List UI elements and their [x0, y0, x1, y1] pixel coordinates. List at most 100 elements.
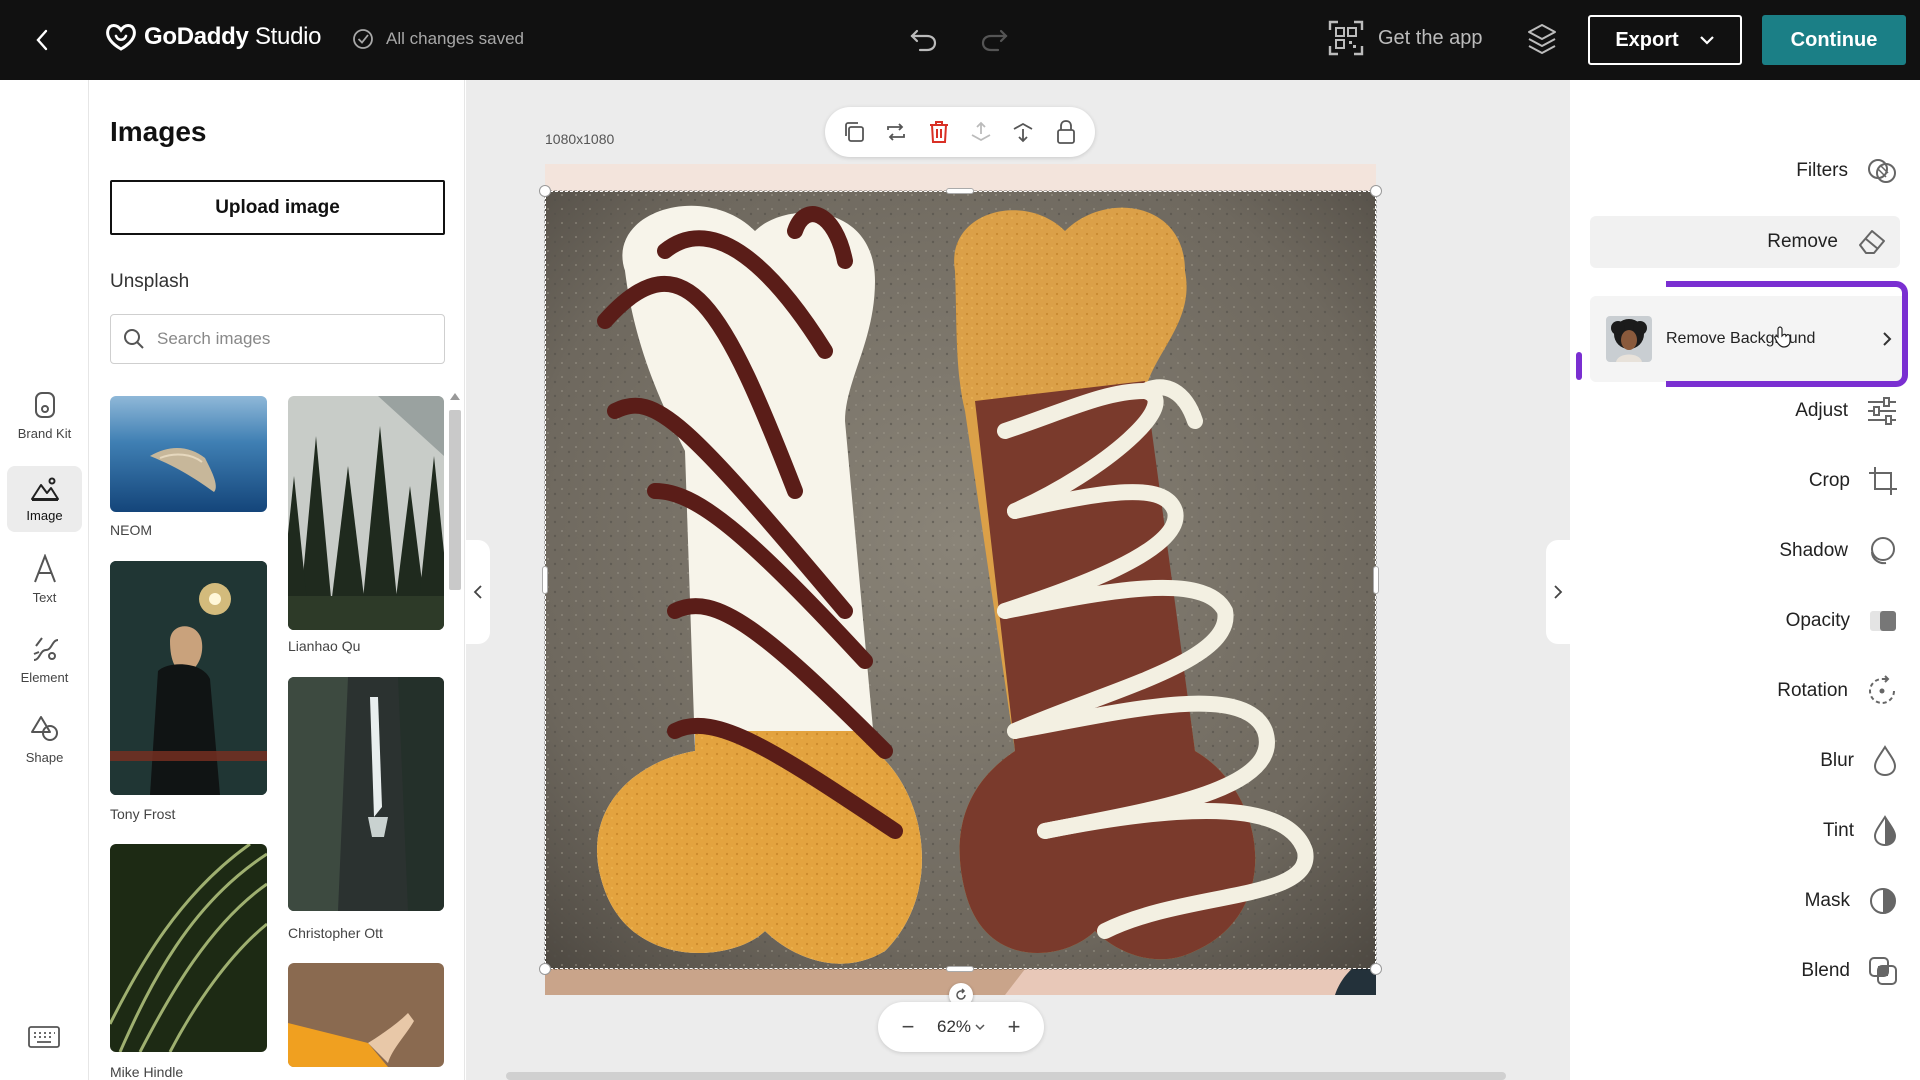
redo-button[interactable]: [978, 22, 1010, 54]
search-box: [110, 314, 445, 364]
zoom-out-button[interactable]: −: [898, 1014, 918, 1040]
unsplash-thumbnail[interactable]: [288, 963, 444, 1067]
send-backward-button[interactable]: [1008, 117, 1038, 147]
send-backward-icon: [1014, 122, 1033, 143]
chevron-left-icon: [36, 29, 48, 51]
export-label: Export: [1615, 28, 1679, 51]
resize-handle-left[interactable]: [542, 566, 548, 594]
get-app-button[interactable]: Get the app: [1328, 20, 1483, 56]
unsplash-thumbnail[interactable]: [288, 677, 444, 911]
waterfall-photo: [288, 677, 444, 911]
tool-label: Opacity: [1785, 610, 1850, 631]
image-tools-panel: Filters Remove Remove Background Adjust …: [1570, 80, 1920, 1080]
resize-handle-bottom-right[interactable]: [1370, 963, 1382, 975]
bring-forward-button[interactable]: [966, 117, 996, 147]
forest-photo: [288, 396, 444, 630]
back-button[interactable]: [22, 20, 62, 60]
resize-handle-bottom[interactable]: [946, 966, 974, 972]
tool-rotation[interactable]: Rotation: [1777, 666, 1898, 716]
hand-cursor-icon: [1774, 326, 1792, 348]
logo-bold-text: GoDaddy: [144, 23, 249, 50]
rail-item-text[interactable]: Text: [7, 546, 82, 612]
resize-handle-bottom-left[interactable]: [539, 963, 551, 975]
replace-button[interactable]: [881, 117, 911, 147]
search-input[interactable]: [157, 329, 427, 349]
thumbnail-caption: Lianhao Qu: [288, 638, 361, 654]
avatar: [1606, 316, 1652, 362]
crop-icon: [1869, 467, 1897, 495]
export-button[interactable]: Export: [1588, 15, 1742, 65]
element-context-toolbar: [825, 107, 1095, 157]
rail-label: Image: [26, 507, 63, 523]
lock-button[interactable]: [1051, 117, 1081, 147]
rail-item-shape[interactable]: Shape: [7, 706, 82, 772]
rail-label: Shape: [25, 749, 64, 765]
duplicate-button[interactable]: [839, 117, 869, 147]
chevron-down-icon: [975, 1023, 985, 1030]
leaf-photo: [110, 844, 267, 1052]
logo-text: GoDaddy Studio: [144, 23, 322, 51]
curly-hair-portrait-thumbnail: [1606, 316, 1652, 362]
remove-background-button[interactable]: Remove Background: [1590, 296, 1908, 382]
tool-label: Shadow: [1779, 540, 1848, 561]
unsplash-thumbnail[interactable]: [110, 561, 267, 795]
godaddy-studio-logo[interactable]: GoDaddy Studio: [104, 22, 322, 52]
unsplash-heading: Unsplash: [110, 271, 190, 292]
element-icon: [33, 636, 58, 661]
replace-icon: [887, 123, 906, 141]
undo-button[interactable]: [908, 22, 940, 54]
chevron-right-icon: [1883, 332, 1892, 346]
resize-handle-top-left[interactable]: [539, 185, 551, 197]
tool-crop[interactable]: Crop: [1809, 456, 1898, 506]
tool-shadow[interactable]: Shadow: [1779, 526, 1898, 576]
tool-filters[interactable]: Filters: [1796, 146, 1898, 196]
chevron-down-icon: [1699, 36, 1714, 45]
godaddy-logo-icon: [106, 24, 136, 51]
keyboard-shortcuts-button[interactable]: [28, 1026, 60, 1048]
rail-item-element[interactable]: Element: [7, 626, 82, 692]
resize-handle-right[interactable]: [1373, 566, 1379, 594]
tool-opacity[interactable]: Opacity: [1786, 596, 1898, 646]
panel-scrollbar-thumb[interactable]: [449, 410, 461, 590]
scroll-up-arrow-icon[interactable]: [450, 393, 460, 400]
mask-icon: [1870, 888, 1896, 914]
layers-button[interactable]: [1526, 22, 1558, 56]
eraser-icon: [1859, 230, 1885, 254]
get-app-label: Get the app: [1378, 26, 1483, 49]
zoom-level-dropdown[interactable]: 62%: [937, 1017, 985, 1037]
resize-handle-top[interactable]: [946, 188, 974, 194]
selected-image-element[interactable]: [545, 191, 1376, 969]
tool-mask[interactable]: Mask: [1805, 876, 1898, 926]
tool-adjust[interactable]: Adjust: [1795, 386, 1898, 436]
continue-button[interactable]: Continue: [1762, 15, 1906, 65]
delete-button[interactable]: [924, 117, 954, 147]
tool-blur[interactable]: Blur: [1820, 736, 1898, 786]
collapse-left-panel-button[interactable]: [466, 540, 490, 644]
tool-blend[interactable]: Blend: [1801, 946, 1898, 996]
thumbnail-caption: Christopher Ott: [288, 925, 383, 941]
zoom-in-button[interactable]: +: [1004, 1014, 1024, 1040]
tool-tint[interactable]: Tint: [1823, 806, 1898, 856]
bone-cookies-photo: [545, 191, 1376, 969]
resize-handle-top-right[interactable]: [1370, 185, 1382, 197]
tool-label: Filters: [1796, 160, 1848, 181]
canvas-horizontal-scrollbar[interactable]: [506, 1072, 1506, 1080]
collapse-right-panel-button[interactable]: [1546, 540, 1570, 644]
upload-label: Upload image: [215, 196, 340, 218]
hand-rock-photo: [288, 963, 444, 1067]
panel-title: Images: [110, 116, 207, 147]
rail-item-brand-kit[interactable]: Brand Kit: [7, 382, 82, 448]
unsplash-thumbnail[interactable]: [110, 844, 267, 1052]
canvas-size-label: 1080x1080: [545, 131, 615, 147]
unsplash-thumbnail[interactable]: [110, 396, 267, 512]
rail-item-image[interactable]: Image: [7, 466, 82, 532]
unsplash-thumbnail[interactable]: [288, 396, 444, 630]
duplicate-icon: [845, 122, 865, 142]
design-canvas: 1080x1080 − 62% +: [466, 80, 1570, 1080]
top-bar: GoDaddy Studio All changes saved Get the…: [0, 0, 1920, 80]
upload-image-button[interactable]: Upload image: [110, 180, 445, 235]
text-icon: [33, 553, 56, 582]
tool-remove[interactable]: Remove: [1590, 216, 1900, 268]
tunnel-portrait-photo: [110, 561, 267, 795]
blend-icon: [1869, 957, 1897, 985]
